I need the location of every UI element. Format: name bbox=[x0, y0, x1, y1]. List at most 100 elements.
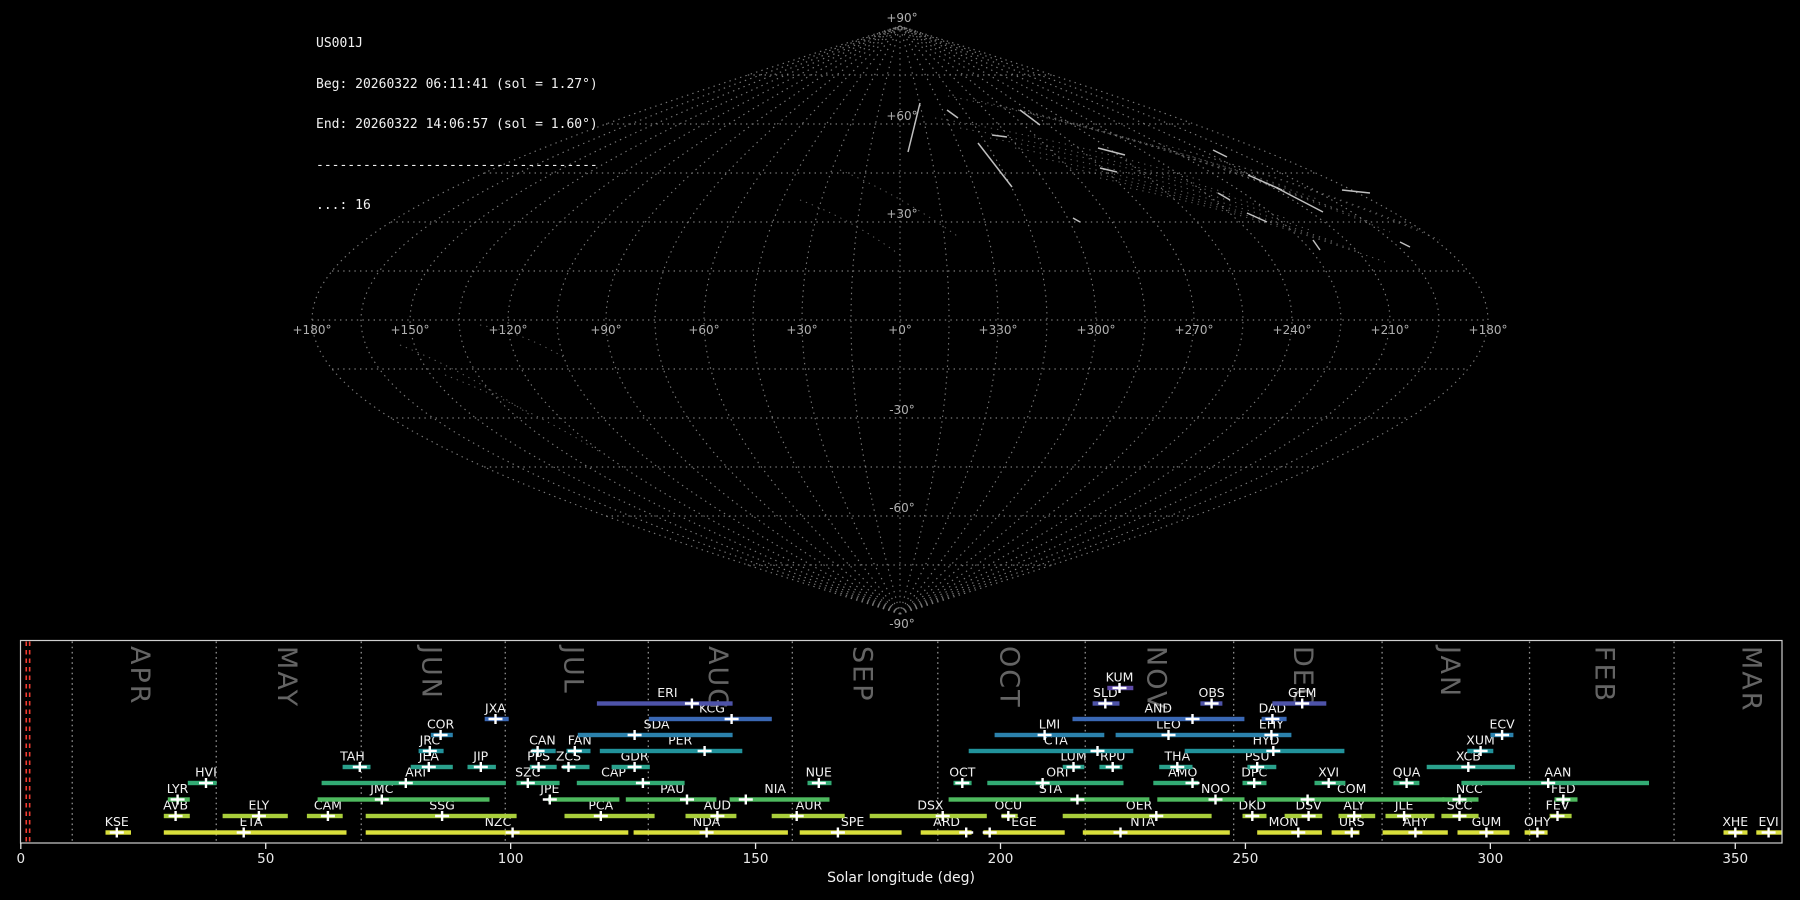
activity-bar bbox=[1115, 732, 1240, 738]
shower-oct: OCT bbox=[949, 765, 976, 788]
map-south-pole-label: -90° bbox=[889, 617, 915, 631]
shower-code-label: XHE bbox=[1722, 814, 1748, 829]
current-sol-marker bbox=[25, 641, 31, 843]
shower-code-label: EVI bbox=[1759, 814, 1779, 829]
month-label: APR bbox=[124, 646, 155, 706]
peak-marker bbox=[1344, 827, 1359, 838]
meteor-trail bbox=[1274, 186, 1324, 213]
meteor-trail bbox=[977, 142, 1013, 188]
activity-bar bbox=[547, 797, 620, 802]
activity-bar bbox=[1157, 797, 1245, 802]
peak-marker bbox=[1321, 778, 1336, 788]
activity-bar bbox=[948, 797, 1150, 802]
peak-marker bbox=[520, 778, 535, 788]
meteor-trail bbox=[1246, 212, 1268, 223]
peak-marker bbox=[1098, 698, 1113, 709]
activity-bar bbox=[576, 780, 685, 786]
peak-marker bbox=[1245, 811, 1260, 821]
meteor-station-plot: +180° +150° +120° +90° +60° +30° +0° +330° +300°… bbox=[0, 0, 1800, 900]
shower-code-label: GEM bbox=[1288, 685, 1316, 700]
shower-code-label: KUM bbox=[1106, 670, 1134, 685]
x-tick-label: 100 bbox=[498, 851, 524, 867]
activity-bar bbox=[1072, 716, 1245, 722]
meteor-trail bbox=[1312, 239, 1321, 251]
shower-code-label: JIP bbox=[472, 749, 488, 764]
activity-bar bbox=[1082, 830, 1230, 835]
peak-marker bbox=[1204, 698, 1219, 709]
map-lon-label: +240° bbox=[1273, 323, 1312, 337]
peak-marker bbox=[1105, 762, 1120, 772]
shower-qua: QUA bbox=[1393, 765, 1421, 788]
shower-code-label: QUA bbox=[1393, 765, 1421, 780]
activity-bar bbox=[564, 813, 655, 819]
peak-marker bbox=[811, 778, 826, 788]
activity-bar bbox=[1062, 813, 1212, 819]
meteor-trail bbox=[1072, 217, 1081, 223]
plot-canvas: +180° +150° +120° +90° +60° +30° +0° +330° +300°… bbox=[17, 11, 1783, 886]
map-lon-label: +300° bbox=[1077, 323, 1116, 337]
begin-time: Beg: 20260322 06:11:41 (sol = 1.27°) bbox=[316, 76, 598, 92]
peak-marker bbox=[1161, 730, 1176, 740]
peak-marker bbox=[680, 794, 694, 805]
end-time: End: 20260322 14:06:57 (sol = 1.60°) bbox=[316, 117, 598, 132]
map-lat-label: +60° bbox=[886, 109, 917, 123]
map-lat-label: -60° bbox=[889, 501, 915, 515]
shower-evi: EVI bbox=[1756, 814, 1782, 838]
map-lon-label: +60° bbox=[688, 323, 719, 337]
shower-code-label: ERI bbox=[657, 685, 677, 700]
shower-jxa: JXA bbox=[484, 701, 509, 724]
activity-chart: APR MAY JUN JUL AUG SEP OCT NOV DEC JAN FEB MARKSE E… bbox=[17, 639, 1783, 886]
shower-code-label: OBS bbox=[1199, 685, 1225, 700]
peak-marker bbox=[1408, 827, 1423, 838]
activity-bar bbox=[599, 748, 743, 754]
shower-code-label: OCT bbox=[949, 765, 976, 780]
month-label: JAN bbox=[1434, 644, 1465, 698]
peak-marker bbox=[473, 762, 488, 772]
meteor-trail bbox=[1097, 147, 1126, 156]
peak-marker bbox=[561, 762, 576, 772]
month-label: MAY bbox=[271, 646, 302, 708]
peak-marker bbox=[955, 778, 970, 788]
map-lon-label: +270° bbox=[1175, 323, 1214, 337]
shower-xvi: XVI bbox=[1314, 765, 1346, 788]
peak-marker bbox=[1461, 762, 1476, 772]
station-id: US001J bbox=[316, 36, 363, 51]
peak-marker bbox=[724, 714, 739, 724]
shower-ohy: OHY bbox=[1524, 814, 1551, 838]
peak-marker bbox=[1550, 811, 1565, 821]
x-tick-label: 300 bbox=[1477, 851, 1503, 867]
x-axis-ticks: 0 50 100 150 200 250 300 350 bbox=[17, 843, 1748, 867]
x-tick-label: 350 bbox=[1722, 851, 1748, 867]
shower-code-label: TAH bbox=[339, 749, 365, 764]
activity-bar bbox=[577, 732, 733, 738]
month-label: MAR bbox=[1735, 646, 1766, 713]
shower-code-label: OHY bbox=[1524, 814, 1551, 829]
shower-code-label: ECV bbox=[1490, 717, 1516, 732]
shower-jip: JIP bbox=[467, 749, 496, 772]
meteor-count: ...: 16 bbox=[316, 198, 371, 213]
map-lon-label: +120° bbox=[489, 323, 528, 337]
map-lat-label: +30° bbox=[886, 207, 917, 221]
peak-marker bbox=[109, 827, 124, 838]
activity-bar bbox=[1257, 830, 1322, 835]
map-lon-label: +330° bbox=[979, 323, 1018, 337]
peak-marker bbox=[374, 794, 389, 805]
month-label: SEP bbox=[846, 646, 877, 702]
peak-marker bbox=[1530, 827, 1545, 838]
peak-marker bbox=[830, 827, 845, 838]
shower-kse: KSE bbox=[105, 814, 131, 838]
peak-marker bbox=[435, 811, 450, 821]
peak-marker bbox=[593, 811, 608, 821]
x-tick-label: 250 bbox=[1233, 851, 1259, 867]
peak-marker bbox=[1399, 778, 1414, 788]
x-tick-label: 200 bbox=[988, 851, 1014, 867]
activity-bar bbox=[648, 716, 772, 722]
month-label: JUN bbox=[415, 644, 446, 700]
peak-marker bbox=[697, 746, 712, 756]
activity-bar bbox=[365, 830, 629, 835]
shower-code-label: AAN bbox=[1545, 765, 1572, 780]
shower-xhe: XHE bbox=[1722, 814, 1748, 838]
peak-marker bbox=[959, 827, 974, 838]
peak-marker bbox=[1185, 778, 1200, 788]
shower-ege: EGE bbox=[982, 814, 1065, 838]
